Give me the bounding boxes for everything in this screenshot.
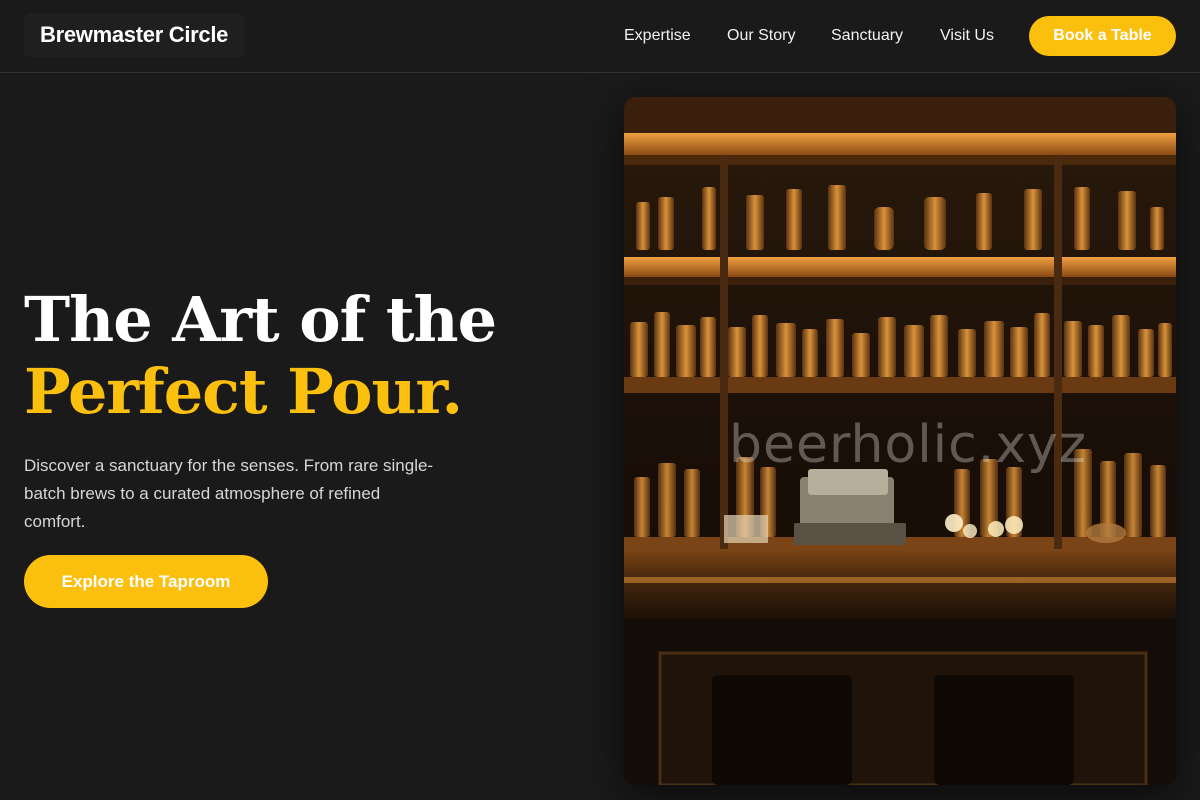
explore-taproom-button[interactable]: Explore the Taproom bbox=[24, 555, 268, 608]
image-watermark: beerholic.xyz bbox=[729, 415, 1088, 475]
hero-image: beerholic.xyz bbox=[624, 97, 1176, 785]
site-header: Brewmaster Circle Expertise Our Story Sa… bbox=[0, 0, 1200, 73]
book-table-button[interactable]: Book a Table bbox=[1029, 16, 1176, 56]
nav-link-our-story[interactable]: Our Story bbox=[727, 24, 795, 48]
nav-link-sanctuary[interactable]: Sanctuary bbox=[831, 24, 903, 48]
hero-title-line1: The Art of the bbox=[24, 283, 497, 356]
hero-title: The Art of the Perfect Pour. bbox=[24, 284, 584, 428]
nav-link-visit-us[interactable]: Visit Us bbox=[940, 24, 994, 48]
hero-description: Discover a sanctuary for the senses. Fro… bbox=[24, 456, 434, 531]
brand-logo[interactable]: Brewmaster Circle bbox=[24, 13, 245, 57]
hero-title-line2: Perfect Pour. bbox=[24, 355, 463, 428]
nav-link-expertise[interactable]: Expertise bbox=[624, 24, 691, 48]
